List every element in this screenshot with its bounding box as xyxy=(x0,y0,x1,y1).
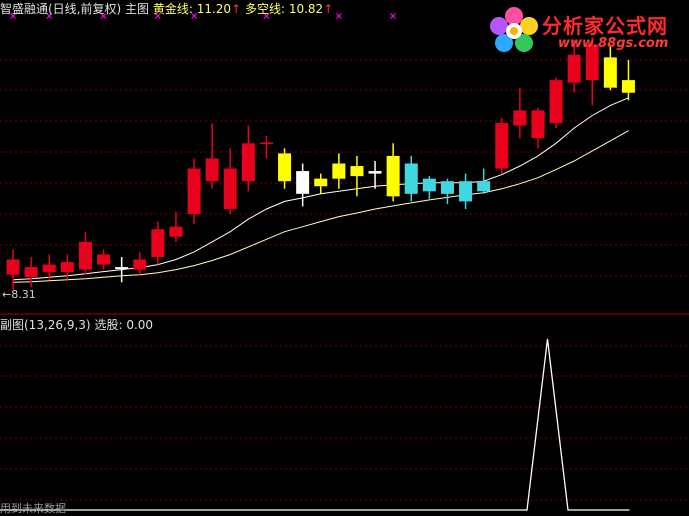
candle-body xyxy=(24,267,38,278)
select-label: 选股: xyxy=(94,318,123,332)
candle-body xyxy=(60,262,74,273)
candle-body xyxy=(223,168,237,209)
candle-body xyxy=(621,80,635,93)
bull-bear-value: 10.82 xyxy=(288,2,324,16)
candle-body xyxy=(115,267,129,270)
candle-body xyxy=(42,264,56,273)
main-panel-header: 智盛融通(日线,前复权) 主图 黄金线: 11.20↑ 多空线: 10.82↑ xyxy=(0,0,333,17)
candle-body xyxy=(513,110,527,126)
sub-panel-header: 副图(13,26,9,3) 选股: 0.00 xyxy=(0,316,153,333)
gold-line-value: 11.20 xyxy=(196,2,232,16)
candle-body xyxy=(422,178,436,192)
candle-body xyxy=(567,54,581,83)
sub-panel-title: 副图(13,26,9,3) xyxy=(0,318,91,332)
candle-body xyxy=(151,229,165,257)
candle-body xyxy=(495,123,509,169)
signal-marker xyxy=(335,13,342,19)
candle-body xyxy=(440,181,454,194)
candle-body xyxy=(477,181,491,192)
candle-body xyxy=(350,166,364,177)
candle-body xyxy=(368,171,382,174)
candle-body xyxy=(459,181,473,202)
site-logo[interactable]: 分析家公式网 www.88gs.com xyxy=(486,4,686,56)
chart-canvas xyxy=(0,13,689,511)
candle-body xyxy=(314,178,328,187)
candle-body xyxy=(6,259,20,275)
bull-bear-label: 多空线: xyxy=(244,2,285,16)
candle-body xyxy=(278,153,292,182)
gold-line-label: 黄金线: xyxy=(152,2,193,16)
indicator-title: 智盛融通(日线,前复权) 主图 xyxy=(0,2,149,16)
candle-body xyxy=(531,110,545,139)
candle-body xyxy=(603,57,617,88)
future-data-note: 用到未来数据 xyxy=(0,502,66,515)
candle-body xyxy=(404,163,418,194)
candle-body xyxy=(169,226,183,237)
gold-line-arrow: ↑ xyxy=(231,2,242,16)
logo-name: 分析家公式网 xyxy=(542,14,668,38)
signal-marker xyxy=(390,13,397,19)
logo-url: www.88gs.com xyxy=(558,36,669,51)
chart-window: 智盛融通(日线,前复权) 主图 黄金线: 11.20↑ 多空线: 10.82↑ … xyxy=(0,0,689,516)
candle-body xyxy=(187,168,201,215)
candle-body xyxy=(78,241,92,270)
candle-body xyxy=(133,259,147,270)
bull-bear-arrow: ↑ xyxy=(323,2,334,16)
candle-body xyxy=(386,155,400,197)
candle-body xyxy=(549,80,563,124)
select-value: 0.00 xyxy=(126,318,154,332)
low-price-label: ←8.31 xyxy=(2,288,36,301)
flower-logo-icon xyxy=(490,7,538,52)
select-signal-line xyxy=(0,338,630,511)
candle-body xyxy=(332,163,346,179)
candle-body xyxy=(241,143,255,182)
candle-body xyxy=(97,254,111,265)
candle-body xyxy=(205,158,219,182)
candle-body xyxy=(296,171,310,194)
